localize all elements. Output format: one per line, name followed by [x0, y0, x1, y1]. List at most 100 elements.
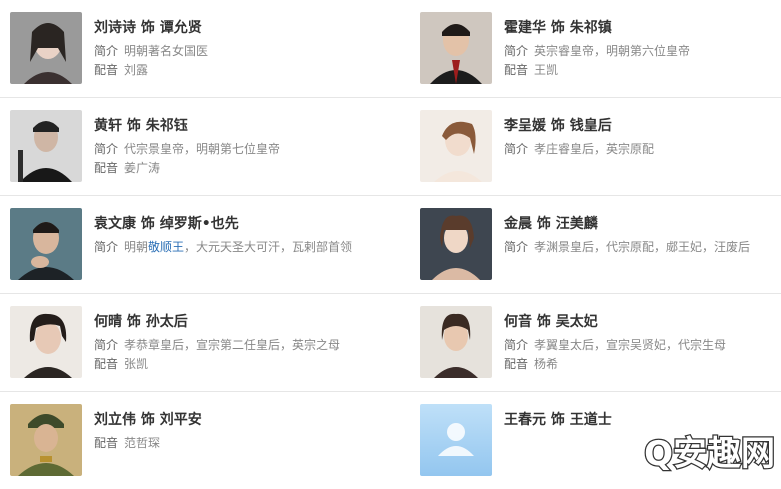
intro-line: 简介 孝翼皇太后，宣宗吴贤妃，代宗生母 — [504, 336, 781, 354]
voice-actor: 张凯 — [124, 357, 149, 371]
cast-title: 何音 饰 吴太妃 — [504, 312, 781, 332]
actor-name[interactable]: 王春元 — [504, 412, 546, 428]
intro-text: 孝渊景皇后，代宗原配，郕王妃，汪废后 — [534, 240, 751, 254]
actor-name[interactable]: 刘诗诗 — [94, 20, 136, 36]
cast-title: 李呈媛 饰 钱皇后 — [504, 116, 781, 136]
voice-line: 配音 范哲琛 — [94, 434, 374, 452]
intro-highlight-link[interactable]: 敬顺王 — [148, 240, 184, 254]
role-separator: 饰 — [140, 20, 155, 36]
intro-label: 简介 — [504, 44, 529, 58]
actor-name[interactable]: 霍建华 — [504, 20, 546, 36]
role-separator: 饰 — [126, 118, 141, 134]
role-separator: 饰 — [140, 412, 155, 428]
role-separator: 饰 — [550, 412, 565, 428]
portrait-icon[interactable] — [420, 12, 492, 84]
cast-card[interactable]: 霍建华 饰 朱祁镇 简介 英宗睿皇帝，明朝第六位皇帝 配音 王凯 — [420, 0, 781, 97]
intro-text-start: 明朝 — [124, 240, 149, 254]
portrait-icon[interactable] — [10, 110, 82, 182]
portrait-icon[interactable] — [10, 306, 82, 378]
intro-line: 简介 代宗景皇帝，明朝第七位皇帝 — [94, 140, 374, 158]
role-name: 吴太妃 — [555, 314, 598, 330]
voice-label: 配音 — [94, 63, 119, 77]
intro-label: 简介 — [94, 44, 119, 58]
cast-card[interactable]: 袁文康 饰 绰罗斯•也先 简介 明朝敬顺王，大元天圣大可汗，瓦剌部首领 — [10, 196, 380, 293]
role-name: 刘平安 — [159, 412, 202, 428]
voice-actor: 杨希 — [534, 357, 559, 371]
voice-line: 配音 杨希 — [504, 355, 781, 373]
intro-label: 简介 — [504, 338, 529, 352]
intro-text: 明朝敬顺王，大元天圣大可汗，瓦剌部首领 — [124, 240, 352, 254]
voice-label: 配音 — [94, 161, 119, 175]
intro-text: 孝翼皇太后，宣宗吴贤妃，代宗生母 — [534, 338, 727, 352]
cast-title: 何晴 饰 孙太后 — [94, 312, 374, 332]
cast-card[interactable]: 李呈媛 饰 钱皇后 简介 孝庄睿皇后，英宗原配 — [420, 98, 781, 195]
intro-text: 孝庄睿皇后，英宗原配 — [534, 142, 655, 156]
actor-name[interactable]: 何晴 — [94, 314, 122, 330]
cast-title: 刘立伟 饰 刘平安 — [94, 410, 374, 430]
role-separator: 饰 — [550, 118, 565, 134]
voice-label: 配音 — [504, 357, 529, 371]
cast-title: 刘诗诗 饰 谭允贤 — [94, 18, 374, 38]
voice-line: 配音 张凯 — [94, 355, 374, 373]
cast-title: 袁文康 饰 绰罗斯•也先 — [94, 214, 374, 234]
portrait-icon[interactable] — [420, 208, 492, 280]
role-name: 王道士 — [569, 412, 612, 428]
actor-name[interactable]: 袁文康 — [94, 216, 136, 232]
intro-label: 简介 — [94, 142, 119, 156]
cast-card[interactable]: 何晴 饰 孙太后 简介 孝恭章皇后，宣宗第二任皇后，英宗之母 配音 张凯 — [10, 294, 380, 391]
role-separator: 饰 — [140, 216, 155, 232]
intro-line: 简介 英宗睿皇帝，明朝第六位皇帝 — [504, 42, 781, 60]
role-name: 孙太后 — [145, 314, 188, 330]
actor-name[interactable]: 李呈媛 — [504, 118, 546, 134]
role-name: 谭允贤 — [159, 20, 202, 36]
portrait-icon[interactable] — [420, 110, 492, 182]
cast-card[interactable]: 何音 饰 吴太妃 简介 孝翼皇太后，宣宗吴贤妃，代宗生母 配音 杨希 — [420, 294, 781, 391]
voice-label: 配音 — [94, 357, 119, 371]
portrait-icon[interactable] — [10, 208, 82, 280]
cast-card[interactable]: 黄轩 饰 朱祁钰 简介 代宗景皇帝，明朝第七位皇帝 配音 姜广涛 — [10, 98, 380, 195]
intro-text-end: ，大元天圣大可汗，瓦剌部首领 — [184, 240, 353, 254]
role-separator: 饰 — [536, 314, 551, 330]
watermark-text: Q安趣网 — [644, 434, 775, 474]
intro-label: 简介 — [94, 338, 119, 352]
intro-line: 简介 明朝著名女国医 — [94, 42, 374, 60]
actor-name[interactable]: 何音 — [504, 314, 532, 330]
intro-text: 代宗景皇帝，明朝第七位皇帝 — [124, 142, 281, 156]
voice-label: 配音 — [504, 63, 529, 77]
role-name: 绰罗斯•也先 — [159, 216, 239, 232]
cast-row: 黄轩 饰 朱祁钰 简介 代宗景皇帝，明朝第七位皇帝 配音 姜广涛 李呈媛 饰 钱… — [0, 98, 781, 196]
cast-card[interactable]: 刘立伟 饰 刘平安 配音 范哲琛 — [10, 392, 380, 489]
voice-line: 配音 王凯 — [504, 61, 781, 79]
role-separator: 饰 — [126, 314, 141, 330]
default-avatar-icon[interactable] — [420, 404, 492, 476]
portrait-icon[interactable] — [10, 404, 82, 476]
portrait-icon[interactable] — [10, 12, 82, 84]
intro-text: 英宗睿皇帝，明朝第六位皇帝 — [534, 44, 691, 58]
cast-row: 袁文康 饰 绰罗斯•也先 简介 明朝敬顺王，大元天圣大可汗，瓦剌部首领 金晨 饰 … — [0, 196, 781, 294]
voice-actor: 王凯 — [534, 63, 559, 77]
voice-line: 配音 姜广涛 — [94, 159, 374, 177]
role-separator: 饰 — [536, 216, 551, 232]
intro-line: 简介 孝渊景皇后，代宗原配，郕王妃，汪废后 — [504, 238, 781, 256]
cast-title: 黄轩 饰 朱祁钰 — [94, 116, 374, 136]
site-watermark: Q安趣网 — [587, 427, 777, 479]
cast-grid: 刘诗诗 饰 谭允贤 简介 明朝著名女国医 配音 刘露 霍建华 饰 朱祁镇 简介 … — [0, 0, 781, 489]
actor-name[interactable]: 刘立伟 — [94, 412, 136, 428]
voice-line: 配音 刘露 — [94, 61, 374, 79]
voice-actor: 范哲琛 — [124, 436, 161, 450]
cast-row: 何晴 饰 孙太后 简介 孝恭章皇后，宣宗第二任皇后，英宗之母 配音 张凯 何音 饰 — [0, 294, 781, 392]
portrait-icon[interactable] — [420, 306, 492, 378]
cast-title: 金晨 饰 汪美麟 — [504, 214, 781, 234]
actor-name[interactable]: 金晨 — [504, 216, 532, 232]
intro-line: 简介 明朝敬顺王，大元天圣大可汗，瓦剌部首领 — [94, 238, 374, 256]
intro-label: 简介 — [504, 142, 529, 156]
intro-label: 简介 — [504, 240, 529, 254]
voice-actor: 刘露 — [124, 63, 149, 77]
actor-name[interactable]: 黄轩 — [94, 118, 122, 134]
role-name: 朱祁镇 — [569, 20, 612, 36]
voice-label: 配音 — [94, 436, 119, 450]
cast-card[interactable]: 刘诗诗 饰 谭允贤 简介 明朝著名女国医 配音 刘露 — [10, 0, 380, 97]
role-name: 朱祁钰 — [145, 118, 188, 134]
cast-card[interactable]: 金晨 饰 汪美麟 简介 孝渊景皇后，代宗原配，郕王妃，汪废后 — [420, 196, 781, 293]
role-separator: 饰 — [550, 20, 565, 36]
